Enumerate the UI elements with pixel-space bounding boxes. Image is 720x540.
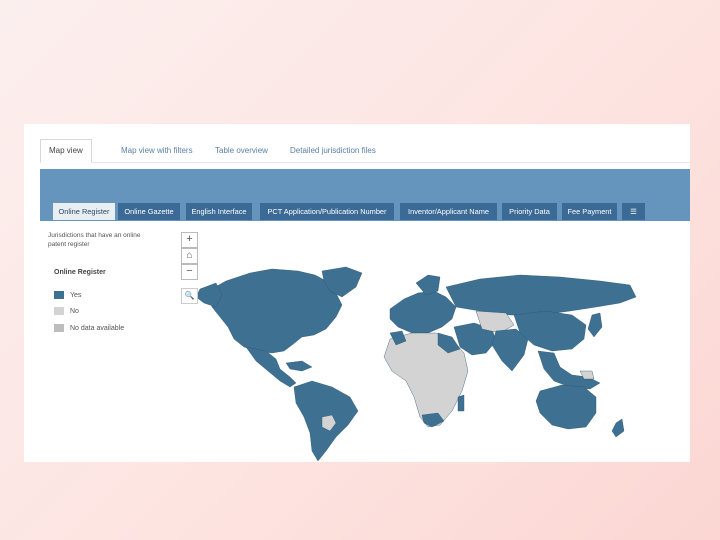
madagascar-region[interactable]: [457, 394, 465, 412]
tab-detailed-jurisdiction-files[interactable]: Detailed jurisdiction files: [282, 140, 384, 162]
tab-english-interface[interactable]: English Interface: [186, 203, 252, 220]
australia-region[interactable]: [535, 384, 597, 430]
caribbean-region[interactable]: [285, 360, 313, 372]
tab-priority-data[interactable]: Priority Data: [502, 203, 557, 220]
app-frame: Map view Map view with filters Table ove…: [24, 124, 690, 462]
russia-region[interactable]: [445, 274, 637, 316]
new-zealand-region[interactable]: [611, 418, 625, 438]
europe-region[interactable]: [389, 290, 457, 334]
list-icon[interactable]: ☰: [622, 203, 645, 220]
tab-online-gazette[interactable]: Online Gazette: [118, 203, 180, 220]
tab-map-view[interactable]: Map view: [40, 139, 92, 163]
tab-fee-payment[interactable]: Fee Payment: [562, 203, 617, 220]
world-map[interactable]: [40, 221, 690, 462]
japan-region[interactable]: [587, 312, 603, 338]
tab-pct-application-number[interactable]: PCT Application/Publication Number: [260, 203, 394, 220]
feature-tab-bar: Online Register Online Gazette English I…: [40, 169, 690, 221]
map-search-icon[interactable]: 🔍: [181, 288, 198, 304]
north-america-region[interactable]: [207, 268, 343, 354]
tab-online-register[interactable]: Online Register: [53, 203, 115, 220]
map-panel: Jurisdictions that have an online patent…: [40, 221, 690, 462]
southeast-asia-region[interactable]: [537, 350, 601, 390]
tab-table-overview[interactable]: Table overview: [207, 140, 276, 162]
view-tabs: Map view Map view with filters Table ove…: [40, 138, 690, 163]
tab-inventor-applicant-name[interactable]: Inventor/Applicant Name: [400, 203, 497, 220]
tab-map-view-with-filters[interactable]: Map view with filters: [113, 140, 201, 162]
